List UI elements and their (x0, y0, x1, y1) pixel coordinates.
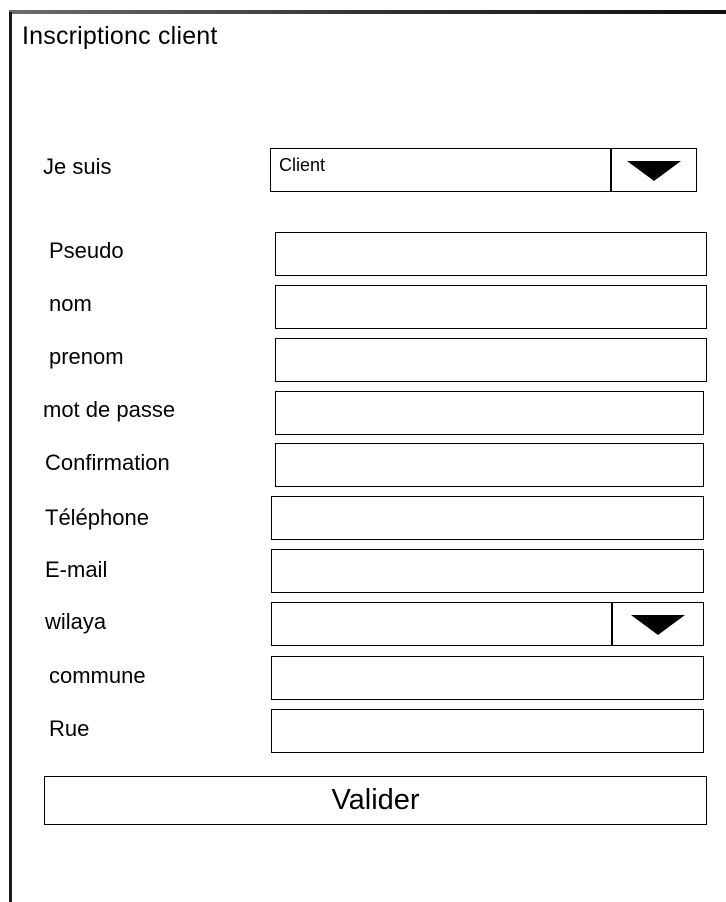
password-label: mot de passe (43, 397, 176, 422)
pseudo-label: Pseudo (49, 238, 124, 263)
wilaya-label: wilaya (45, 609, 107, 634)
window-top-edge (9, 10, 726, 14)
password-input[interactable] (275, 391, 704, 435)
commune-input[interactable] (271, 656, 704, 700)
email-label: E-mail (45, 557, 108, 582)
confirmation-input[interactable] (275, 443, 704, 487)
form-title: Inscriptionc client (22, 22, 218, 50)
type-select-value: Client (279, 155, 326, 175)
prenom-input[interactable] (275, 338, 707, 382)
submit-button[interactable]: Valider (44, 776, 707, 825)
type-label: Je suis (43, 154, 112, 179)
type-dropdown-button[interactable] (610, 149, 696, 191)
phone-input[interactable] (271, 496, 704, 540)
window-left-edge (9, 12, 12, 902)
commune-label: commune (49, 663, 146, 688)
caret-down-icon (627, 161, 681, 181)
nom-input[interactable] (275, 285, 707, 329)
prenom-label: prenom (49, 344, 124, 369)
rue-input[interactable] (271, 709, 704, 753)
wilaya-dropdown-button[interactable] (611, 603, 703, 645)
rue-label: Rue (49, 716, 90, 741)
confirmation-label: Confirmation (45, 450, 170, 475)
wilaya-select[interactable] (271, 602, 704, 646)
caret-down-icon (631, 615, 685, 635)
type-select[interactable]: Client (270, 148, 697, 192)
email-input[interactable] (271, 549, 704, 593)
phone-label: Téléphone (45, 505, 149, 530)
pseudo-input[interactable] (275, 232, 707, 276)
nom-label: nom (49, 291, 92, 316)
